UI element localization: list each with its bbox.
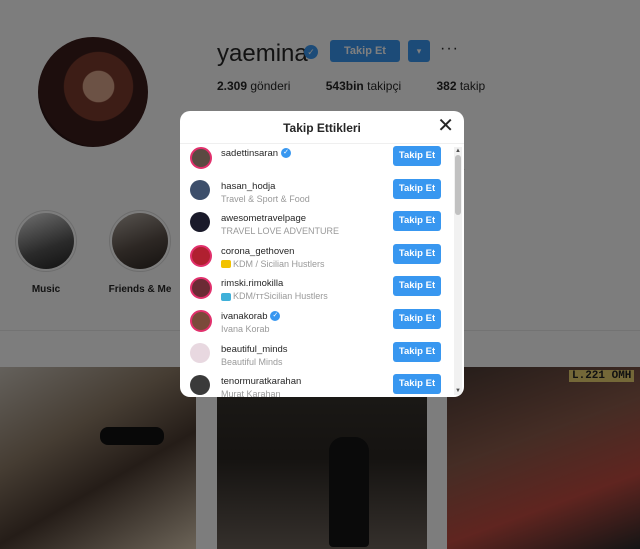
account-fullname: KDM/ттSicilian Hustlers: [221, 291, 328, 301]
scroll-down-icon[interactable]: ▼: [454, 387, 462, 395]
account-subtitle-text: TRAVEL LOVE ADVENTURE: [221, 226, 340, 237]
emoji-icon: [221, 260, 231, 269]
list-item[interactable]: corona_gethoven KDM / Sicilian Hustlers Ta…: [180, 242, 456, 274]
modal-header: Takip Ettikleri ✕: [180, 111, 464, 144]
verified-icon: ✓: [270, 311, 281, 322]
avatar[interactable]: [190, 375, 210, 396]
account-username-text[interactable]: hasan_hodja: [221, 181, 275, 192]
follow-button[interactable]: Takip Et: [393, 309, 441, 329]
following-modal: Takip Ettikleri ✕ sadettinsaran ✓ Takip Et…: [180, 111, 464, 397]
account-username[interactable]: ivanakorab ✓: [221, 311, 281, 322]
account-fullname: Ivana Korab: [221, 324, 270, 334]
list-item[interactable]: beautiful_minds Beautiful Minds Takip Et: [180, 340, 456, 372]
follow-button[interactable]: Takip Et: [393, 243, 441, 264]
account-username-text[interactable]: awesometravelpage: [221, 213, 306, 224]
list-item[interactable]: sadettinsaran ✓ Takip Et: [180, 144, 456, 176]
account-subtitle-text: Travel & Sport & Food: [221, 193, 310, 204]
scroll-up-icon[interactable]: ▲: [454, 147, 462, 155]
account-username-text[interactable]: rimski.rimokilla: [221, 278, 283, 289]
profile-page: yaemina ✓ Takip Et ▾ ··· 2.309 gönderi 5…: [0, 0, 640, 549]
modal-title: Takip Ettikleri: [283, 121, 361, 135]
avatar[interactable]: [190, 310, 212, 332]
account-subtitle-text: KDM / Sicilian Hustlers: [233, 258, 325, 269]
account-username-text[interactable]: ivanakorab: [221, 311, 267, 322]
account-username-text[interactable]: beautiful_minds: [221, 344, 288, 355]
account-username-text[interactable]: corona_gethoven: [221, 246, 294, 257]
account-subtitle-text: KDM/ттSicilian Hustlers: [233, 291, 328, 302]
follow-button[interactable]: Takip Et: [393, 374, 441, 395]
account-username[interactable]: sadettinsaran ✓: [221, 148, 292, 159]
account-fullname: Beautiful Minds: [221, 357, 283, 367]
list-item[interactable]: hasan_hodja Travel & Sport & Food Takip Et: [180, 177, 456, 209]
follow-button[interactable]: Takip Et: [393, 211, 441, 232]
account-username[interactable]: awesometravelpage: [221, 213, 306, 224]
avatar[interactable]: [190, 244, 212, 267]
verified-icon: ✓: [281, 148, 292, 159]
list-item[interactable]: ivanakorab ✓ Ivana Korab Takip Et: [180, 307, 456, 339]
close-icon[interactable]: ✕: [437, 115, 454, 137]
list-item[interactable]: tenormuratkarahan Murat Karahan Takip Et: [180, 372, 456, 397]
account-username[interactable]: beautiful_minds: [221, 344, 288, 355]
avatar[interactable]: [190, 212, 210, 233]
account-username-text[interactable]: tenormuratkarahan: [221, 376, 301, 387]
follow-button[interactable]: Takip Et: [393, 146, 441, 166]
account-subtitle-text: Murat Karahan: [221, 389, 281, 397]
account-username-text[interactable]: sadettinsaran: [221, 148, 278, 159]
follow-button[interactable]: Takip Et: [393, 341, 441, 362]
account-subtitle-text: Beautiful Minds: [221, 356, 283, 367]
avatar[interactable]: [190, 277, 212, 300]
emoji-icon: [221, 293, 231, 302]
account-username[interactable]: hasan_hodja: [221, 181, 275, 192]
account-fullname: Murat Karahan: [221, 389, 281, 397]
follow-button[interactable]: Takip Et: [393, 276, 441, 297]
list-item[interactable]: rimski.rimokilla KDM/ттSicilian Hustlers T…: [180, 274, 456, 306]
account-fullname: Travel & Sport & Food: [221, 194, 310, 204]
scrollbar-thumb[interactable]: [455, 155, 461, 215]
account-username[interactable]: tenormuratkarahan: [221, 376, 301, 387]
account-subtitle-text: Ivana Korab: [221, 324, 270, 334]
follow-button[interactable]: Takip Et: [393, 178, 441, 199]
account-username[interactable]: rimski.rimokilla: [221, 278, 283, 289]
scrollbar[interactable]: ▲ ▼: [454, 147, 462, 395]
account-fullname: TRAVEL LOVE ADVENTURE: [221, 226, 339, 236]
list-item[interactable]: awesometravelpage TRAVEL LOVE ADVENTURE Ta…: [180, 209, 456, 241]
account-username[interactable]: corona_gethoven: [221, 246, 294, 257]
avatar[interactable]: [190, 342, 210, 363]
avatar[interactable]: [190, 147, 212, 169]
account-fullname: KDM / Sicilian Hustlers: [221, 259, 325, 269]
avatar[interactable]: [190, 179, 210, 200]
